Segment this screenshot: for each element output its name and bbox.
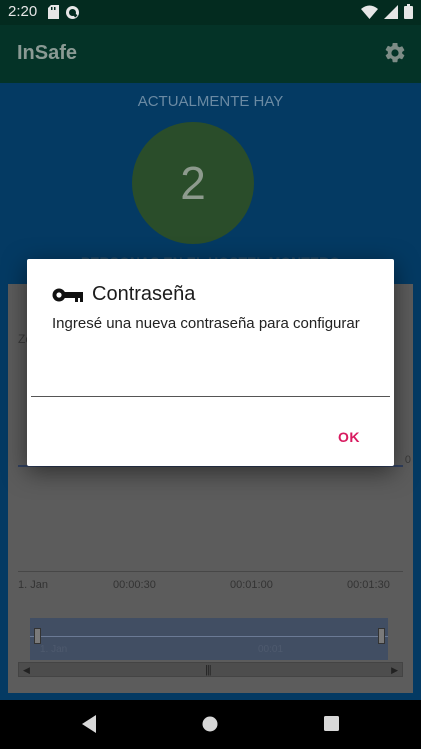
x-tick-label: 00:00:30 <box>113 579 156 591</box>
app-title: InSafe <box>17 42 78 64</box>
status-time: 2:20 <box>8 3 38 20</box>
x-tick-label: 00:01:00 <box>230 579 273 591</box>
chart-series-value: 0 <box>404 454 411 466</box>
navigator-label: 00:01 <box>258 644 284 655</box>
scroll-grip-icon[interactable]: ||| <box>205 664 212 676</box>
people-count-circle: 2 <box>132 122 254 244</box>
back-icon[interactable] <box>80 714 98 734</box>
x-axis-line <box>18 571 403 572</box>
password-dialog: Contraseña Ingresé una nueva contraseña … <box>27 259 394 466</box>
wifi-icon <box>361 5 378 19</box>
recents-icon[interactable] <box>323 715 340 732</box>
currently-label: ACTUALMENTE HAY <box>137 93 284 110</box>
navigator-right-handle[interactable] <box>378 628 385 644</box>
people-count: 2 <box>180 157 206 209</box>
dialog-header: Contraseña <box>52 283 195 306</box>
status-bar: 2:20 <box>0 0 421 25</box>
home-icon[interactable] <box>201 715 219 733</box>
navigator-series-line <box>30 636 388 637</box>
dialog-title: Contraseña <box>92 283 196 305</box>
chart-navigator[interactable]: 1. Jan 00:01 <box>30 618 388 660</box>
scroll-right-icon[interactable]: ▶ <box>391 665 398 676</box>
dialog-message: Ingresé una nueva contraseña para config… <box>52 315 360 332</box>
sync-icon <box>66 6 79 19</box>
app-bar: InSafe <box>0 25 421 83</box>
signal-icon <box>384 4 398 19</box>
sd-card-icon <box>48 5 59 19</box>
scroll-left-icon[interactable]: ◀ <box>23 665 30 676</box>
status-left-icons <box>48 5 80 20</box>
ok-button[interactable]: OK <box>338 429 360 445</box>
battery-icon <box>404 4 413 19</box>
key-icon <box>52 288 83 302</box>
status-right-icons <box>361 4 413 19</box>
password-input[interactable] <box>31 371 390 397</box>
navigator-label: 1. Jan <box>40 644 68 655</box>
x-tick-label: 1. Jan <box>18 579 48 591</box>
system-nav-bar <box>0 700 421 749</box>
x-tick-label: 00:01:30 <box>347 579 390 591</box>
gear-icon[interactable] <box>383 41 407 65</box>
chart-scrollbar[interactable]: ◀ ||| ▶ <box>18 662 403 677</box>
navigator-left-handle[interactable] <box>34 628 41 644</box>
